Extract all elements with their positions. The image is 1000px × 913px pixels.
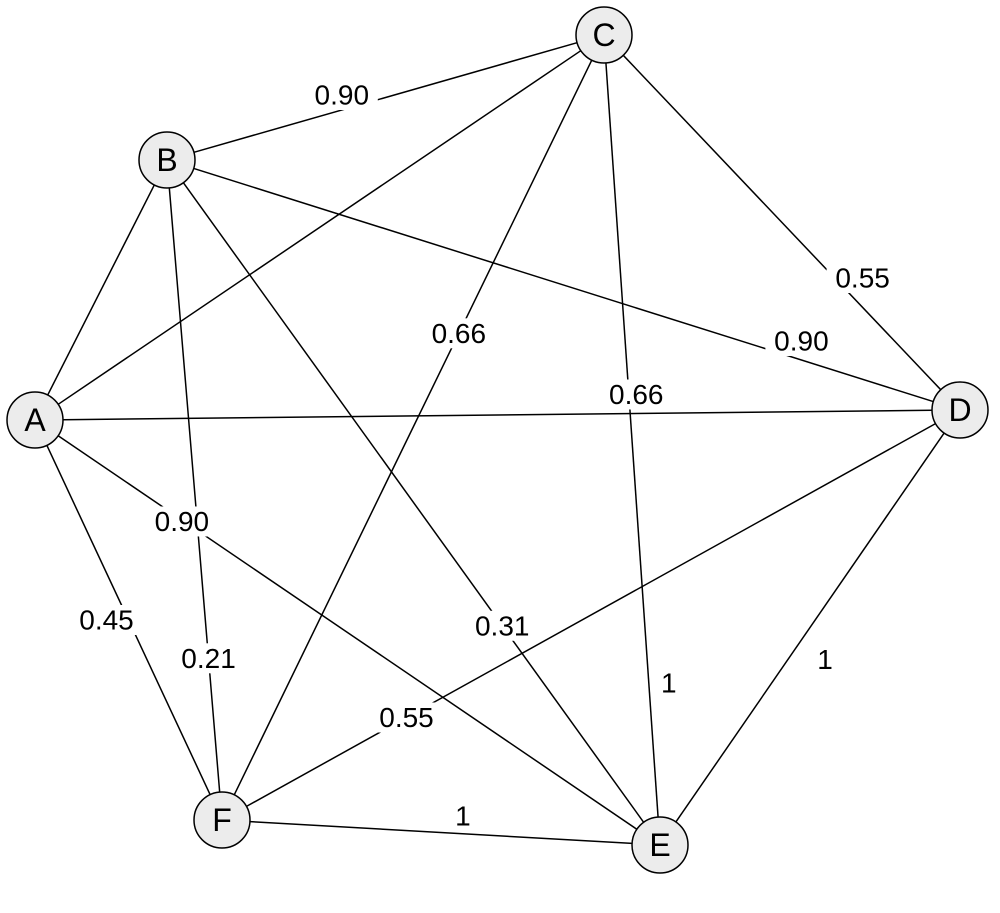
edge-C-F [234,60,591,795]
edge-C-E [606,63,658,817]
edge-weight-A-F: 0.45 [79,605,134,636]
edge-weight-C-F: 0.66 [432,318,487,349]
edge-weight-B-E: 0.31 [475,610,530,641]
edge-D-E [676,433,944,822]
node-label-A: A [24,402,46,438]
edge-weight-C-E: 1 [661,668,677,699]
edge-weight-A-D: 0.66 [609,379,664,410]
edge-A-E [58,436,637,830]
edge-labels-layer: 0.66 0.90 0.45 0.90 0.90 0.31 0.21 0.55 1 0.66 1 0.… [71,80,899,832]
edge-B-F [169,188,219,792]
edge-weight-B-C: 0.90 [315,80,370,111]
edge-A-B [48,185,155,395]
edge-weight-A-E: 0.90 [155,506,210,537]
edge-weight-D-E: 1 [817,644,833,675]
edge-weight-B-F: 0.21 [181,643,236,674]
node-A: A [7,392,63,448]
edge-E-F [250,822,632,844]
node-F: F [194,792,250,848]
node-label-F: F [212,802,232,838]
node-label-C: C [592,17,615,53]
edge-weight-C-D: 0.55 [835,263,890,294]
edge-B-D [194,168,934,401]
edge-weight-E-F: 1 [455,800,471,831]
node-E: E [632,817,688,873]
node-label-E: E [649,827,670,863]
node-C: C [576,7,632,63]
edge-weight-D-F: 0.55 [379,702,434,733]
edge-A-D [63,410,932,419]
edge-B-C [194,43,577,153]
node-label-D: D [948,392,971,428]
node-label-B: B [156,142,177,178]
edge-weight-B-D: 0.90 [774,326,829,357]
node-B: B [139,132,195,188]
nodes-layer: A B C D E F [7,7,988,873]
node-D: D [932,382,988,438]
graph-diagram: 0.66 0.90 0.45 0.90 0.90 0.31 0.21 0.55 1 0.66 1 0.… [0,0,1000,913]
